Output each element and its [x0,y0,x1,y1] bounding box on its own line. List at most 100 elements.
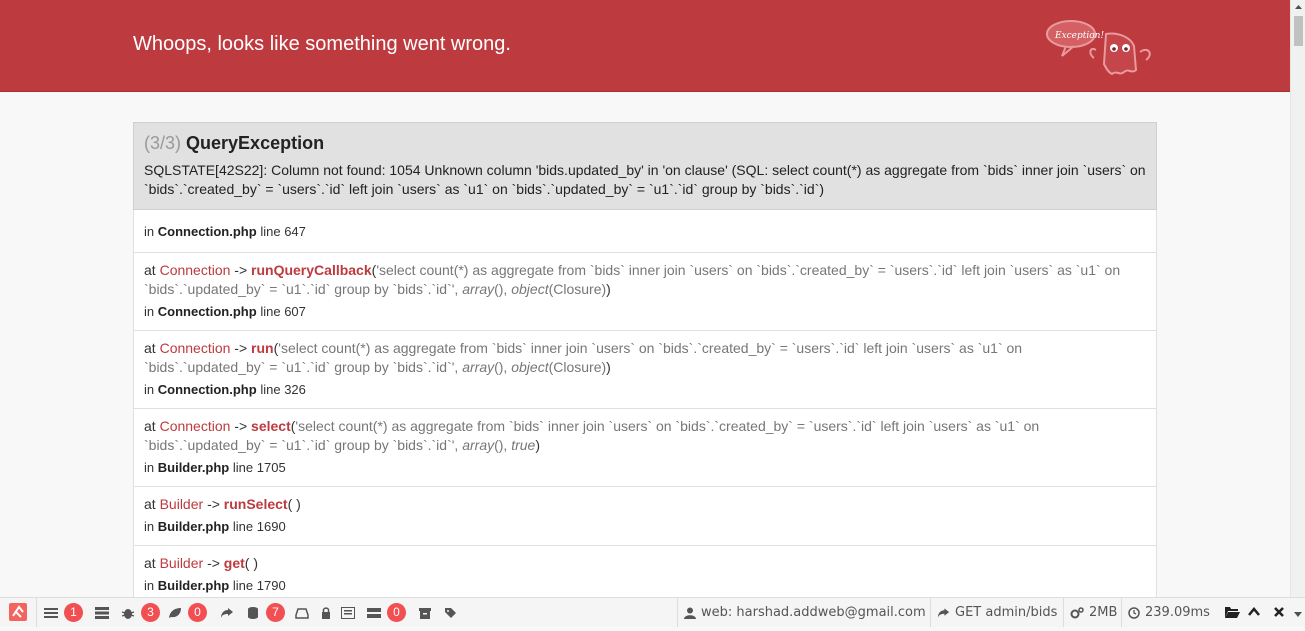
frame-class: Builder [159,496,204,512]
tab-models[interactable] [295,598,309,627]
inbox-icon [295,607,309,619]
frame-method: run [251,340,274,356]
frame-location: in Builder.php line 1705 [144,460,286,475]
frame-class: Connection [159,340,231,356]
tags-icon [445,607,456,618]
tab-timeline[interactable] [95,598,109,627]
user-icon [684,607,696,619]
frame-method: runSelect [223,496,288,512]
debugbar-logo[interactable] [0,598,37,627]
folder-open-icon[interactable] [1224,603,1240,621]
list-icon [44,607,58,618]
frame-file: Builder.php [157,460,230,475]
messages-badge: 1 [64,603,83,622]
debugbar: 1 3 0 7 0 web: harshad.addweb@gmail.com … [0,597,1305,627]
database-icon [248,606,258,619]
tab-route[interactable] [220,598,234,627]
close-icon[interactable] [1272,603,1286,621]
frame-file: Connection.php [157,382,257,397]
frame-file: Builder.php [157,578,230,593]
exception-header: (3/3) QueryException SQLSTATE[42S22]: Co… [133,122,1157,210]
frame-file: Builder.php [157,519,230,534]
tab-cache[interactable] [418,598,432,627]
queries-badge: 7 [266,603,285,622]
frame-method: get [223,555,245,571]
frame-line: 1690 [256,519,286,534]
server-icon [367,607,381,618]
tab-exceptions[interactable]: 3 [121,598,160,627]
scroll-thumb[interactable] [1294,16,1303,46]
tab-auth[interactable] [319,598,333,627]
debugbar-time: 239.09ms [1121,598,1216,627]
frame-line: 607 [284,304,306,319]
leaf-icon [169,607,181,618]
exceptions-badge: 3 [141,603,160,622]
frame-line: 1705 [256,460,286,475]
route-label: GET admin/bids [955,605,1058,620]
share-icon [937,607,950,618]
frame-class: Connection [159,418,231,434]
scroll-up-icon[interactable] [1291,0,1305,15]
archive-icon [419,607,431,619]
memory-label: 2MB [1089,605,1118,620]
mails-badge: 0 [387,603,406,622]
frame-call: at Builder -> get( ) [144,555,259,571]
list-alt-icon [341,606,355,619]
stack-frame[interactable]: in Connection.php line 647 [133,210,1157,253]
time-label: 239.09ms [1145,605,1210,620]
exception-stack: (3/3) QueryException SQLSTATE[42S22]: Co… [133,122,1157,597]
vertical-scrollbar[interactable] [1290,0,1305,597]
ghost-bubble-label: Exception! [1054,31,1104,41]
tab-request[interactable] [341,598,355,627]
tasks-icon [95,606,109,619]
tab-views[interactable]: 0 [168,598,207,627]
frame-class: Builder [159,555,204,571]
laravel-logo-icon [9,603,27,621]
exception-name: QueryException [186,133,325,153]
stack-frame[interactable]: at Connection -> run('select count(*) as… [133,331,1157,409]
user-label: web: harshad.addweb@gmail.com [701,605,926,620]
exception-message: SQLSTATE[42S22]: Column not found: 1054 … [144,162,1146,197]
frame-call: at Connection -> run('select count(*) as… [144,340,1023,375]
chevron-up-icon[interactable] [1247,603,1261,621]
frame-file: Connection.php [157,304,257,319]
frame-class: Connection [159,262,231,278]
stack-frame[interactable]: at Builder -> runSelect( ) in Builder.ph… [133,487,1157,546]
frame-method: runQueryCallback [251,262,372,278]
frame-call: at Connection -> select('select count(*)… [144,418,1040,453]
debugbar-memory: 2MB [1063,598,1123,627]
cogs-icon [1070,606,1084,618]
frame-line: 326 [284,382,306,397]
frame-location: in Connection.php line 647 [144,224,306,239]
frame-call: at Builder -> runSelect( ) [144,496,301,512]
frame-line: 1790 [256,578,286,593]
debugbar-route[interactable]: GET admin/bids [930,598,1063,627]
frame-location: in Connection.php line 607 [144,304,306,319]
frame-location: in Builder.php line 1690 [144,519,286,534]
tab-mails[interactable]: 0 [367,598,406,627]
frame-file: Connection.php [157,224,257,239]
error-header: Whoops, looks like something went wrong.… [0,0,1290,92]
page-title: Whoops, looks like something went wrong. [133,33,511,55]
stack-frame[interactable]: at Connection -> select('select count(*)… [133,409,1157,487]
page-viewport: Whoops, looks like something went wrong.… [0,0,1290,597]
tab-events[interactable] [444,598,458,627]
lock-icon [322,606,330,619]
views-badge: 0 [188,603,207,622]
tab-queries[interactable]: 7 [246,598,285,627]
frame-call: at Connection -> runQueryCallback('selec… [144,262,1121,297]
exception-count: (3/3) [144,133,182,153]
bug-icon [121,608,135,619]
clock-icon [1128,606,1140,619]
frame-method: select [251,418,291,434]
frame-line: 647 [284,224,306,239]
tab-messages[interactable]: 1 [44,598,83,627]
stack-frame[interactable]: at Connection -> runQueryCallback('selec… [133,253,1157,331]
frame-location: in Connection.php line 326 [144,382,306,397]
whoops-ghost-logo: Exception! [1046,20,1151,76]
scroll-down-icon[interactable] [1292,606,1304,624]
stack-frame[interactable]: at Builder -> get( ) in Builder.php line… [133,546,1157,597]
share-icon [221,607,233,618]
exception-title: (3/3) QueryException [144,131,1146,155]
debugbar-user[interactable]: web: harshad.addweb@gmail.com [677,598,932,627]
